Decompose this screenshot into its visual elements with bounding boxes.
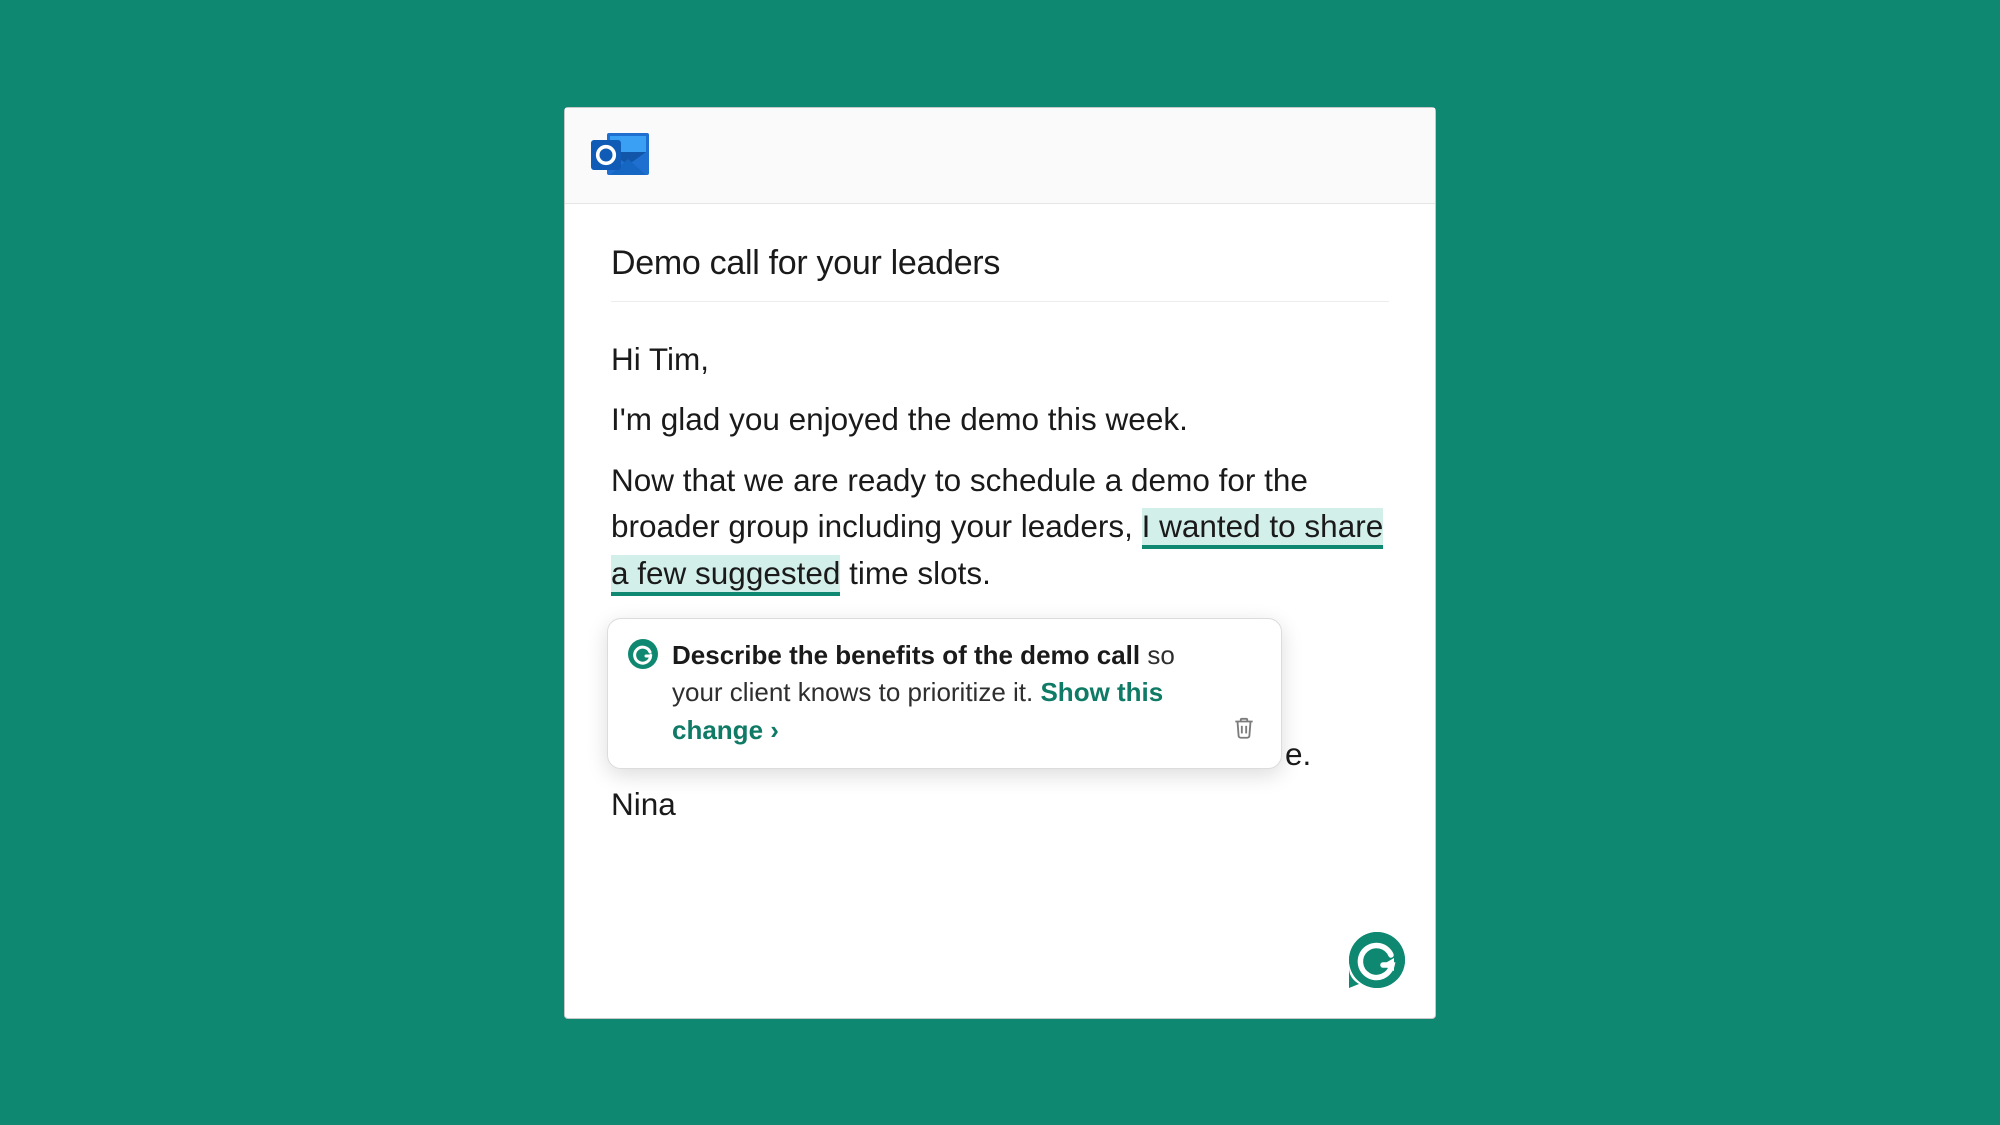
body-text-span: time slots.: [840, 555, 991, 591]
grammarly-icon: [628, 639, 658, 669]
email-content: Demo call for your leaders Hi Tim, I'm g…: [565, 204, 1435, 872]
suggestion-title: Describe the benefits of the demo call: [672, 640, 1140, 670]
outlook-compose-window: Demo call for your leaders Hi Tim, I'm g…: [564, 107, 1436, 1019]
grammarly-float-button[interactable]: [1347, 930, 1407, 990]
trash-icon[interactable]: [1231, 715, 1259, 746]
body-paragraph-2: Now that we are ready to schedule a demo…: [611, 457, 1389, 597]
outlook-icon: [587, 129, 653, 181]
closing-line-2: Nina: [611, 781, 1389, 828]
titlebar: [565, 108, 1435, 204]
email-subject[interactable]: Demo call for your leaders: [611, 244, 1389, 302]
suggestion-text: Describe the benefits of the demo call s…: [672, 637, 1217, 750]
greeting-line: Hi Tim,: [611, 336, 1389, 383]
grammarly-suggestion-card[interactable]: Describe the benefits of the demo call s…: [607, 618, 1282, 769]
body-paragraph-1: I'm glad you enjoyed the demo this week.: [611, 396, 1389, 443]
